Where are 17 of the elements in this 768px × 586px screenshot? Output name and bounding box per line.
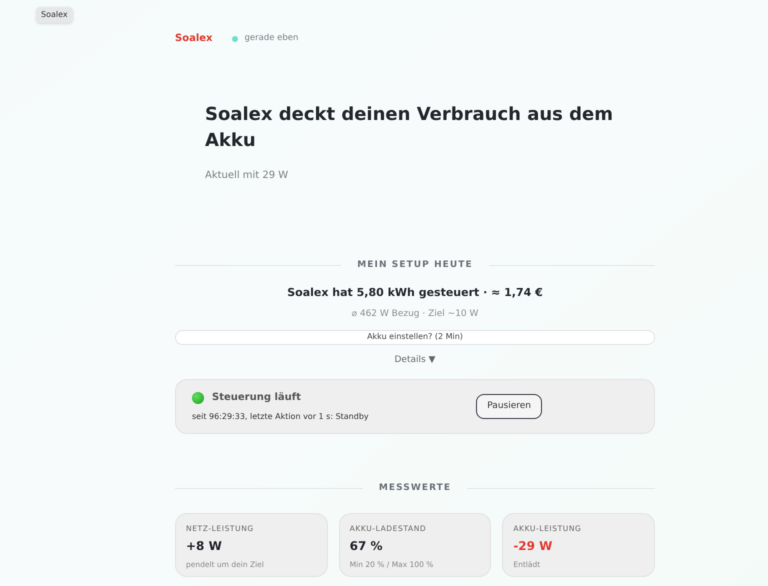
tooltip: Soalex [36, 7, 73, 23]
metric-value: -29 W [513, 538, 554, 555]
summary-text: Soalex hat 5,80 kWh gesteuert · ≈ 1,74 € [286, 284, 544, 300]
metric-value: +8 W [186, 538, 223, 555]
metric-value: 67 % [350, 538, 384, 555]
section-heading: MEIN SETUP HEUTE [357, 259, 473, 272]
last-update: gerade eben [244, 32, 298, 45]
hero-subtitle: Aktuell mit 29 W [205, 169, 290, 183]
details-toggle[interactable]: Details ▼ [394, 354, 436, 367]
brand-logo: Soalex [175, 32, 212, 46]
section-heading: MESSWERTE [378, 482, 452, 495]
setup-button[interactable]: Akku einstellen? (2 Min) [175, 330, 655, 344]
control-info: seit 96:29:33, letzte Aktion vor 1 s: Standby [192, 411, 369, 423]
summary-detail: ⌀ 462 W Bezug · Ziel ~10 W [350, 308, 480, 321]
control-title: Steuerung läuft [212, 391, 301, 405]
pause-button[interactable]: Pausieren [476, 394, 542, 419]
hero-title: Soalex deckt deinen Verbrauch aus dem Akku [205, 103, 614, 153]
